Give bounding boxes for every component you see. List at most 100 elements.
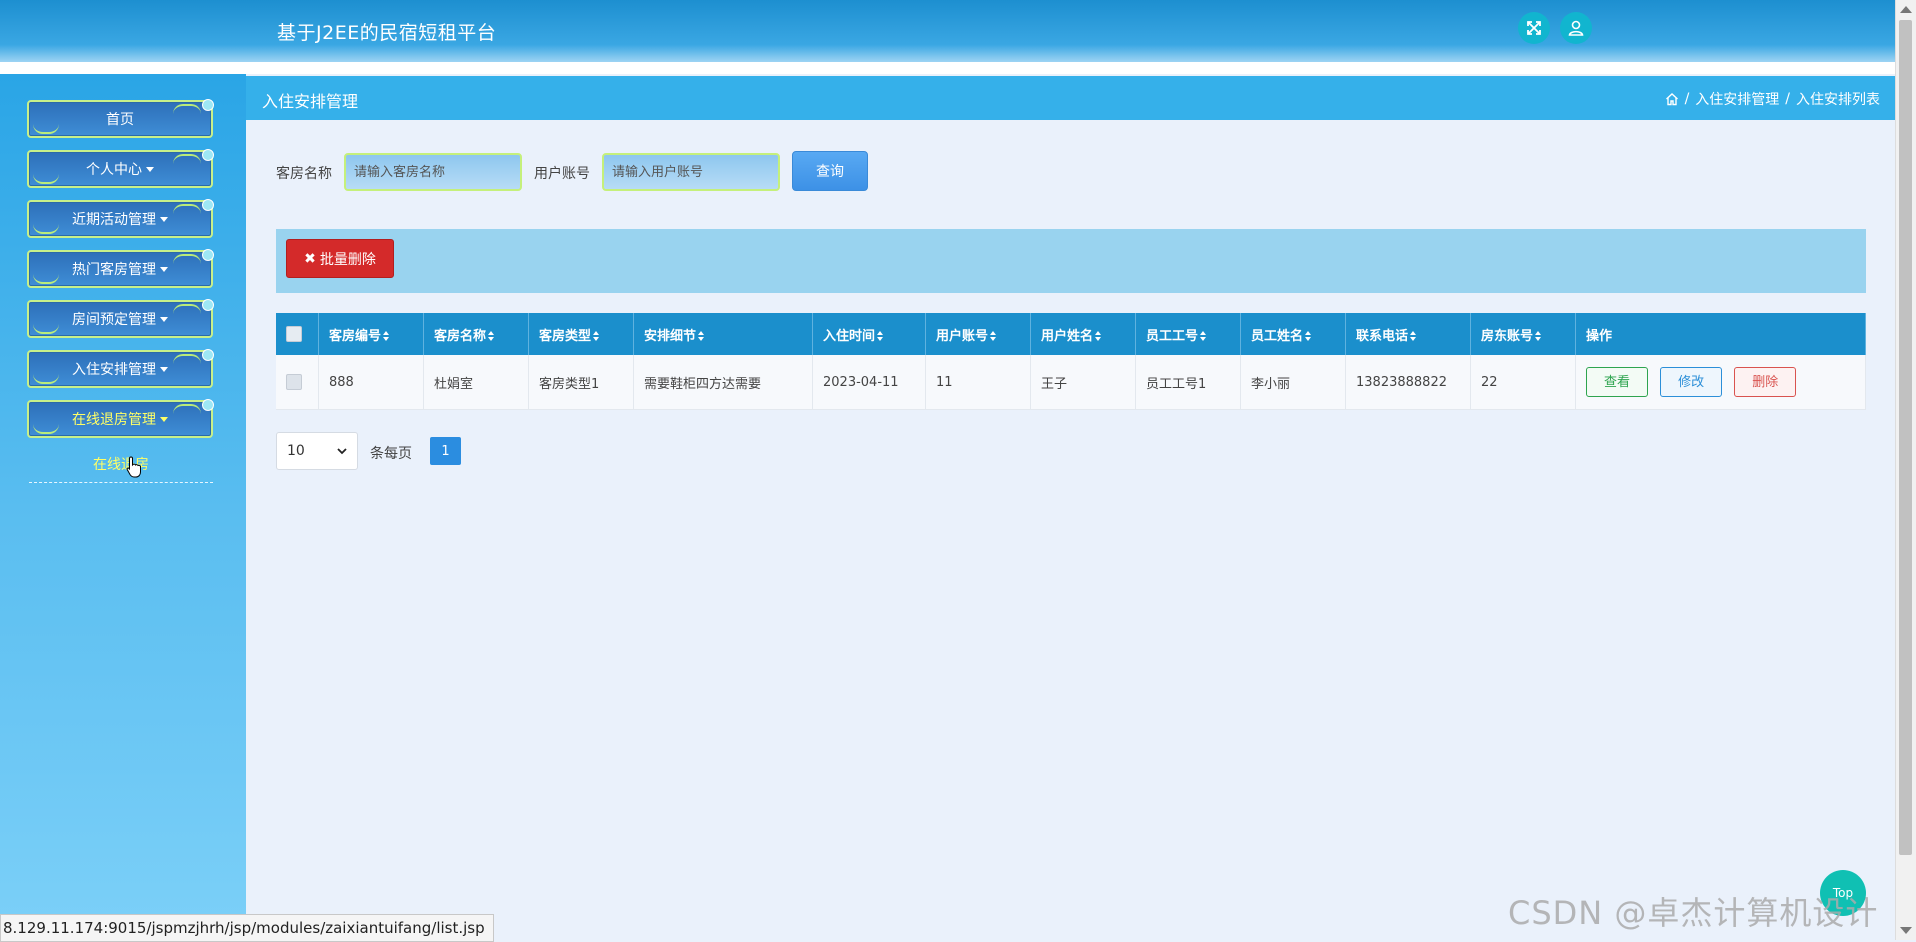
decor-swirl [33, 424, 59, 434]
column-header-room-type[interactable]: 客房类型 [528, 313, 634, 355]
checkin-table: 客房编号 客房名称 客房类型 安排细节 入住时间 用户账号 用户姓名 员工工号 … [276, 313, 1866, 410]
expand-arrows-icon [1527, 21, 1541, 35]
caret-down-icon [160, 216, 168, 222]
vertical-scrollbar[interactable] [1895, 0, 1916, 940]
decor-swirl [173, 154, 201, 164]
sidebar-item-label: 首页 [106, 112, 134, 128]
sidebar-item-checkin[interactable]: 入住安排管理 [27, 349, 214, 388]
decor-swirl [173, 254, 201, 264]
app-title: 基于J2EE的民宿短租平台 [277, 22, 497, 44]
breadcrumb-item-checkin-list: 入住安排列表 [1796, 92, 1880, 108]
decor-swirl [33, 324, 59, 334]
column-header-staff-id[interactable]: 员工工号 [1135, 313, 1241, 355]
toolbar: ✖ 批量删除 [276, 229, 1866, 293]
cell-room-name: 杜娟室 [423, 355, 529, 410]
cell-landlord-account: 22 [1470, 355, 1576, 410]
sort-icon [1410, 331, 1417, 341]
sidebar-item-checkout[interactable]: 在线退房管理 [27, 399, 214, 438]
sort-icon [1200, 331, 1207, 341]
breadcrumb: / 入住安排管理 / 入住安排列表 [1665, 89, 1880, 109]
cell-staff-id: 员工工号1 [1135, 355, 1241, 410]
sidebar-item-hot-rooms[interactable]: 热门客房管理 [27, 249, 214, 288]
column-header-room-number[interactable]: 客房编号 [318, 313, 424, 355]
decor-swirl [173, 354, 201, 364]
column-header-user-account[interactable]: 用户账号 [925, 313, 1031, 355]
breadcrumb-item-checkin-management[interactable]: 入住安排管理 [1695, 89, 1779, 109]
sort-icon [383, 331, 390, 341]
watermark: CSDN @卓杰计算机设计 [1508, 894, 1879, 932]
hand-cursor-icon [126, 456, 141, 478]
cell-phone: 13823888822 [1345, 355, 1471, 410]
sidebar-item-label: 热门客房管理 [72, 262, 156, 278]
caret-down-icon [160, 316, 168, 322]
sidebar-item-activities[interactable]: 近期活动管理 [27, 199, 214, 238]
status-bar-url: 8.129.11.174:9015/jspmzjhrh/jsp/modules/… [0, 914, 494, 942]
scroll-down-arrow-icon[interactable] [1900, 927, 1912, 934]
user-button[interactable] [1560, 12, 1592, 44]
cell-staff-name: 李小丽 [1240, 355, 1346, 410]
column-header-staff-name[interactable]: 员工姓名 [1240, 313, 1346, 355]
sidebar-item-personal-center[interactable]: 个人中心 [27, 149, 214, 188]
view-button[interactable]: 查看 [1586, 367, 1648, 397]
table-header: 客房编号 客房名称 客房类型 安排细节 入住时间 用户账号 用户姓名 员工工号 … [276, 313, 1866, 355]
decor-dot [202, 199, 214, 211]
home-icon[interactable] [1665, 92, 1679, 106]
scroll-up-arrow-icon[interactable] [1900, 6, 1912, 13]
caret-down-icon [146, 166, 154, 172]
sort-icon [1305, 331, 1312, 341]
sort-icon [990, 331, 997, 341]
user-account-input[interactable] [602, 153, 780, 191]
column-header-phone[interactable]: 联系电话 [1345, 313, 1471, 355]
query-button[interactable]: 查询 [792, 151, 868, 191]
sort-icon [488, 331, 495, 341]
decor-dot [202, 399, 214, 411]
column-header-arrangement-details[interactable]: 安排细节 [633, 313, 813, 355]
cell-arrangement-details: 需要鞋柜四方达需要 [633, 355, 813, 410]
decor-dot [202, 249, 214, 261]
column-header-landlord-account[interactable]: 房东账号 [1470, 313, 1576, 355]
breadcrumb-separator: / [1785, 91, 1790, 107]
page-button-1[interactable]: 1 [430, 437, 461, 465]
sort-icon [1095, 331, 1102, 341]
scrollbar-thumb[interactable] [1899, 20, 1912, 855]
row-checkbox[interactable] [286, 374, 302, 390]
per-page-label: 条每页 [370, 446, 412, 462]
sidebar-item-home[interactable]: 首页 [27, 99, 214, 138]
select-all-cell [276, 313, 319, 355]
decor-swirl [173, 204, 201, 214]
sidebar-item-reservations[interactable]: 房间预定管理 [27, 299, 214, 338]
batch-delete-label: 批量删除 [319, 251, 376, 268]
delete-button[interactable]: 删除 [1734, 367, 1797, 397]
select-all-checkbox[interactable] [286, 326, 302, 342]
cell-user-name: 王子 [1030, 355, 1136, 410]
sidebar-item-label: 个人中心 [86, 162, 142, 178]
column-header-actions: 操作 [1575, 313, 1866, 355]
decor-dot [202, 349, 214, 361]
chevron-down-icon [337, 447, 347, 454]
caret-down-icon [160, 416, 168, 422]
user-icon [1568, 20, 1584, 36]
room-name-input[interactable] [344, 153, 522, 191]
caret-down-icon [160, 366, 168, 372]
column-header-checkin-time[interactable]: 入住时间 [812, 313, 926, 355]
edit-button[interactable]: 修改 [1660, 367, 1723, 397]
cell-actions: 查看 修改 删除 [1575, 355, 1866, 410]
batch-delete-button[interactable]: ✖ 批量删除 [286, 239, 394, 278]
decor-swirl [33, 224, 59, 234]
sidebar-item-label: 近期活动管理 [72, 212, 156, 228]
decor-dot [202, 149, 214, 161]
decor-swirl [173, 304, 201, 314]
page-header: 入住安排管理 / 入住安排管理 / 入住安排列表 [246, 76, 1896, 120]
cell-room-type: 客房类型1 [528, 355, 634, 410]
page-size-select[interactable]: 10 [276, 432, 358, 470]
header-divider [0, 62, 1896, 74]
caret-down-icon [160, 266, 168, 272]
submenu-item-online-checkout[interactable]: 在线退房 [29, 454, 213, 483]
fullscreen-button[interactable] [1518, 12, 1550, 44]
page-size-value: 10 [287, 443, 305, 459]
column-header-user-name[interactable]: 用户姓名 [1030, 313, 1136, 355]
sidebar-item-label: 房间预定管理 [72, 312, 156, 328]
column-header-room-name[interactable]: 客房名称 [423, 313, 529, 355]
cell-checkin-time: 2023-04-11 [812, 355, 926, 410]
room-name-label: 客房名称 [276, 166, 332, 182]
